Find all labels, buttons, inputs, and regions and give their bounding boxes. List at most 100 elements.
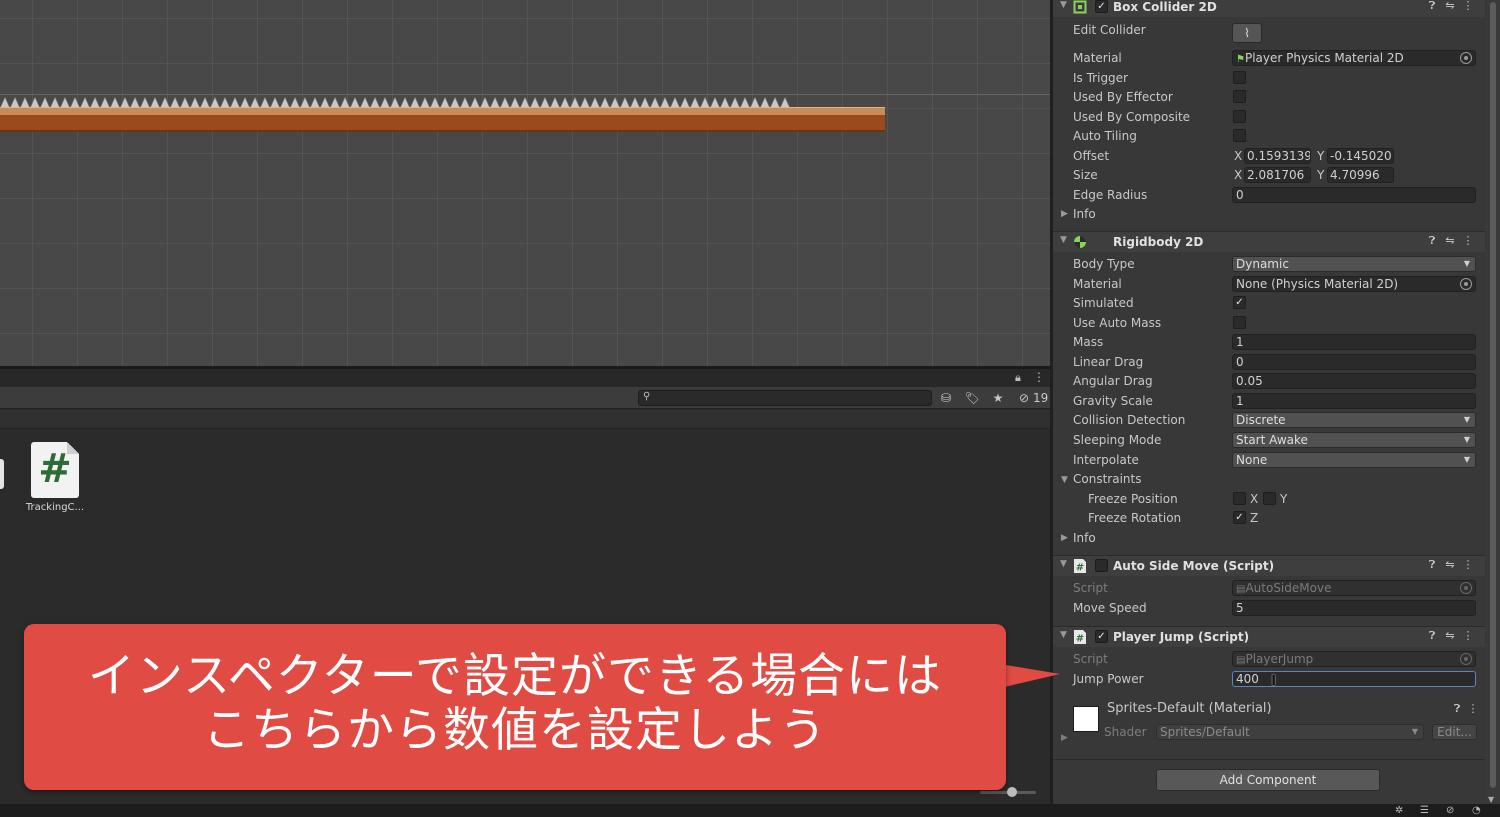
rb-material-field[interactable]: None (Physics Material 2D) — [1232, 276, 1476, 292]
shader-dropdown: Sprites/Default ▼ — [1156, 724, 1424, 740]
help-icon[interactable]: ❓︎ — [1449, 702, 1465, 716]
body-type-dropdown[interactable]: Dynamic ▼ — [1232, 256, 1476, 272]
used-by-effector-checkbox[interactable] — [1233, 90, 1246, 103]
component-menu-icon[interactable]: ⋮ — [1459, 558, 1477, 571]
freeze-rotation-z-checkbox[interactable]: ✓ — [1233, 511, 1246, 524]
component-enabled-checkbox[interactable]: ✓ — [1095, 630, 1108, 643]
used-by-composite-label: Used By Composite — [1073, 110, 1191, 124]
icon-size-slider[interactable] — [980, 787, 1036, 797]
scene-view[interactable] — [0, 0, 1050, 368]
component-menu-icon[interactable]: ⋮ — [1465, 702, 1481, 715]
ground-platform[interactable] — [0, 107, 885, 132]
help-icon[interactable]: ❓︎ — [1423, 234, 1441, 248]
simulated-checkbox[interactable]: ✓ — [1233, 296, 1246, 309]
interpolate-value: None — [1236, 453, 1268, 467]
angular-drag-field[interactable]: 0.05 — [1232, 373, 1476, 389]
offset-y-field[interactable]: -0.145020: — [1327, 148, 1394, 164]
auto-tiling-checkbox[interactable] — [1233, 129, 1246, 142]
help-icon[interactable]: ❓︎ — [1423, 629, 1441, 643]
progress-icon[interactable]: ◔ — [1472, 804, 1481, 817]
fold-arrow-icon[interactable]: ▼ — [1060, 630, 1067, 640]
jump-power-field[interactable]: 400 — [1232, 671, 1476, 687]
component-enabled-checkbox[interactable] — [1095, 559, 1108, 572]
constraints-foldout[interactable]: Constraints — [1073, 472, 1141, 486]
help-icon[interactable]: ❓︎ — [1423, 558, 1441, 572]
material-field[interactable]: ⚑Player Physics Material 2D — [1232, 50, 1476, 66]
presets-icon[interactable]: ⇋ — [1441, 558, 1459, 571]
gravity-scale-field[interactable]: 1 — [1232, 393, 1476, 409]
component-menu-icon[interactable]: ⋮ — [1459, 629, 1477, 642]
material-fold-arrow-icon[interactable]: ▶ — [1061, 733, 1068, 743]
component-header-rigidbody[interactable]: ▼ Rigidbody 2D ❓︎ ⇋ ⋮ — [1053, 231, 1485, 252]
favorites-star-icon[interactable]: ★ — [988, 390, 1008, 406]
scroll-down-arrow-icon[interactable]: ▼ — [1488, 795, 1494, 804]
object-picker-icon[interactable] — [1460, 278, 1472, 290]
is-trigger-checkbox[interactable] — [1233, 71, 1246, 84]
linear-drag-field[interactable]: 0 — [1232, 354, 1476, 370]
collision-detection-dropdown[interactable]: Discrete ▼ — [1232, 412, 1476, 428]
sleeping-mode-dropdown[interactable]: Start Awake ▼ — [1232, 432, 1476, 448]
rb-material-label: Material — [1073, 277, 1122, 291]
constraints-fold-arrow-icon[interactable]: ▼ — [1061, 475, 1068, 485]
ground-top — [0, 107, 885, 115]
info-fold-arrow-icon[interactable]: ▶ — [1061, 533, 1068, 543]
project-tab-bar: 🔒︎ ⋮ — [0, 369, 1050, 387]
debug-icon[interactable]: ✲ — [1395, 804, 1403, 817]
mass-field[interactable]: 1 — [1232, 334, 1476, 350]
panel-menu-icon[interactable]: ⋮ — [1033, 370, 1045, 384]
collision-detection-value: Discrete — [1236, 413, 1286, 427]
edit-collider-button[interactable]: ⌇ — [1232, 23, 1262, 43]
filter-by-type-icon[interactable]: ⛁ — [936, 390, 956, 406]
presets-icon[interactable]: ⇋ — [1441, 0, 1459, 12]
freeze-position-y-checkbox[interactable] — [1263, 492, 1276, 505]
rb-info-foldout[interactable]: Info — [1073, 531, 1096, 545]
component-title: Box Collider 2D — [1113, 0, 1217, 14]
component-header-auto-side-move[interactable]: ▼ # Auto Side Move (Script) ❓︎ ⇋ ⋮ — [1053, 555, 1485, 576]
collision-detection-label: Collision Detection — [1073, 413, 1186, 427]
slider-knob[interactable] — [1007, 787, 1017, 797]
component-enabled-checkbox[interactable]: ✓ — [1095, 0, 1108, 13]
component-header-box-collider[interactable]: ▼ ✓ Box Collider 2D ❓︎ ⇋ ⋮ — [1053, 0, 1485, 17]
size-y-field[interactable]: 4.70996 — [1327, 167, 1394, 183]
project-search-input[interactable]: ⚲ — [638, 390, 932, 406]
svg-text:#: # — [1076, 563, 1084, 574]
lock-icon[interactable]: 🔒︎ — [1015, 371, 1021, 385]
size-y-label[interactable]: Y — [1317, 168, 1324, 182]
edge-radius-field[interactable]: 0 — [1232, 187, 1476, 203]
offset-x-label[interactable]: X — [1234, 149, 1242, 163]
size-x-field[interactable]: 2.081706 — [1244, 167, 1311, 183]
freeze-position-x-checkbox[interactable] — [1233, 492, 1246, 505]
presets-icon[interactable]: ⇋ — [1441, 234, 1459, 247]
hidden-icon[interactable]: ⊘ — [1446, 804, 1454, 817]
fold-arrow-icon[interactable]: ▼ — [1060, 559, 1067, 569]
move-speed-label: Move Speed — [1073, 601, 1147, 615]
edit-collider-icon: ⌇ — [1244, 26, 1250, 40]
offset-x-field[interactable]: 0.1593139 — [1244, 148, 1311, 164]
use-auto-mass-checkbox[interactable] — [1233, 316, 1246, 329]
inspector-scrollbar[interactable]: ▼ — [1486, 0, 1500, 804]
size-x-label[interactable]: X — [1234, 168, 1242, 182]
filter-by-label-icon[interactable]: 🏷︎ — [962, 390, 982, 406]
offset-y-label[interactable]: Y — [1317, 149, 1324, 163]
shader-edit-button: Edit... — [1432, 724, 1477, 740]
asset-item-script[interactable]: # TrackingC... — [24, 442, 86, 513]
presets-icon[interactable]: ⇋ — [1441, 629, 1459, 642]
sleeping-mode-label: Sleeping Mode — [1073, 433, 1162, 447]
component-menu-icon[interactable]: ⋮ — [1459, 234, 1477, 247]
scrollbar-thumb[interactable] — [1490, 2, 1496, 788]
move-speed-field[interactable]: 5 — [1232, 600, 1476, 616]
interpolate-dropdown[interactable]: None ▼ — [1232, 452, 1476, 468]
add-component-button[interactable]: Add Component — [1156, 769, 1380, 791]
fold-arrow-icon[interactable]: ▼ — [1060, 235, 1067, 245]
fold-arrow-icon[interactable]: ▼ — [1060, 0, 1067, 10]
help-icon[interactable]: ❓︎ — [1423, 0, 1441, 13]
info-fold-arrow-icon[interactable]: ▶ — [1061, 209, 1068, 219]
layers-icon[interactable]: ☰ — [1420, 804, 1429, 817]
component-header-player-jump[interactable]: ▼ # ✓ Player Jump (Script) ❓︎ ⇋ ⋮ — [1053, 626, 1485, 647]
info-foldout[interactable]: Info — [1073, 207, 1096, 221]
used-by-composite-checkbox[interactable] — [1233, 110, 1246, 123]
hidden-packages-icon[interactable]: ⊘ — [1014, 390, 1034, 406]
object-picker-icon[interactable] — [1460, 52, 1472, 64]
component-menu-icon[interactable]: ⋮ — [1459, 0, 1477, 12]
asset-item-partial[interactable] — [0, 459, 4, 489]
